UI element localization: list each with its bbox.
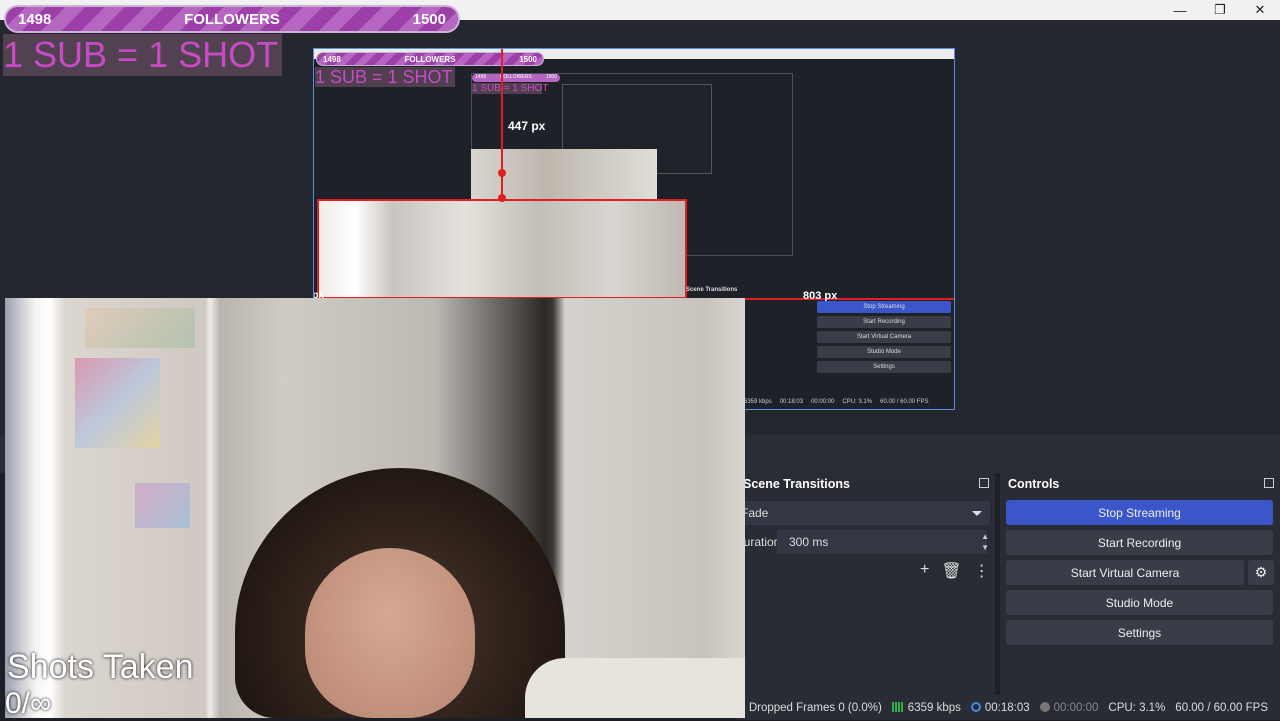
followers-goal: 1500 [412, 10, 446, 28]
transform-handle[interactable] [498, 194, 506, 202]
window-controls: — ❐ ✕ [1160, 0, 1280, 20]
shots-taken-count: 0/∞ [5, 687, 52, 720]
transition-select[interactable]: Fade [735, 501, 990, 525]
level2-followers-bar: 1498 FOLLOWERS 1500 [472, 74, 560, 82]
signal-bars-icon [891, 701, 904, 712]
cpu-usage: CPU: 3.1% [1108, 701, 1166, 714]
rec-status: 00:00:00 [1039, 701, 1099, 714]
controls-title: Controls [1008, 477, 1060, 491]
nested-webcam-selected [317, 199, 687, 299]
nested-start-virtual-camera: Start Virtual Camera [817, 331, 951, 343]
nested-status-live: 00:18:03 [779, 399, 804, 405]
duration-spinner[interactable]: ▲ ▼ [981, 531, 989, 553]
controls-header: Controls [1000, 473, 1280, 495]
live-icon [970, 701, 981, 712]
close-button[interactable]: ✕ [1240, 0, 1280, 20]
live-time: 00:18:03 [984, 701, 1030, 714]
nested-status-cpu: CPU: 3.1% [842, 399, 873, 405]
level2-followers-current: 1498 [475, 74, 487, 80]
nested-transitions-label: Scene Transitions [686, 287, 738, 293]
undock-icon[interactable] [979, 478, 989, 488]
shots-taken-label: Shots Taken [7, 648, 194, 686]
trash-icon[interactable]: 🗑 [941, 561, 961, 581]
start-virtual-camera-button[interactable]: Start Virtual Camera [1006, 560, 1244, 585]
bitrate-status: 6359 kbps [891, 701, 961, 714]
sub-shot-text: 1 SUB = 1 SHOT [3, 34, 282, 76]
scene-transitions-title: Scene Transitions [743, 477, 850, 491]
controls-dock: Controls Stop Streaming Start Recording … [1000, 473, 1280, 695]
nested-stop-streaming: Stop Streaming [817, 301, 951, 313]
nested-followers-bar: 1498 FOLLOWERS 1500 [316, 52, 544, 66]
duration-value: 300 ms [789, 535, 829, 549]
transition-toolbar: + 🗑 ⋮ [920, 561, 990, 581]
followers-label: FOLLOWERS [184, 10, 280, 28]
settings-button[interactable]: Settings [1006, 620, 1273, 645]
nested-status-fps: 60.00 / 60.00 FPS [880, 399, 929, 405]
scene-transitions-dock: Scene Transitions Fade Duration 300 ms ▲… [735, 473, 995, 695]
status-bar: Dropped Frames 0 (0.0%) 6359 kbps 00:18:… [735, 695, 1280, 720]
nested-status-rec: 00:00:00 [811, 399, 835, 405]
add-icon[interactable]: + [920, 561, 929, 581]
rec-time: 00:00:00 [1053, 701, 1099, 714]
bitrate-value: 6359 kbps [907, 701, 961, 714]
followers-goal-bar: 1498 FOLLOWERS 1500 [4, 5, 460, 33]
live-status: 00:18:03 [970, 701, 1030, 714]
nested-settings: Settings [817, 361, 951, 373]
chevron-down-icon [972, 511, 982, 516]
studio-mode-button[interactable]: Studio Mode [1006, 590, 1273, 615]
gear-icon[interactable]: ⚙ [1248, 560, 1274, 585]
more-icon[interactable]: ⋮ [974, 561, 990, 581]
nested-controls-dock: Stop Streaming Start Recording Start Vir… [815, 301, 954, 409]
nested-followers-current: 1498 [323, 54, 341, 64]
undock-icon[interactable] [1264, 478, 1274, 488]
nested-status-bitrate: 6359 kbps [744, 399, 772, 405]
duration-input[interactable]: 300 ms [777, 530, 987, 554]
start-recording-button[interactable]: Start Recording [1006, 530, 1273, 555]
wall-poster [75, 358, 160, 448]
maximize-button[interactable]: ❐ [1200, 0, 1240, 20]
dropped-frames: Dropped Frames 0 (0.0%) [748, 701, 882, 714]
wall-poster [85, 308, 195, 348]
nested-sub-text: 1 SUB = 1 SHOT [315, 67, 455, 87]
transform-handle[interactable] [498, 169, 506, 177]
nested-status-bar: 6359 kbps 00:18:03 00:00:00 CPU: 3.1% 60… [744, 399, 954, 409]
minimize-button[interactable]: — [1160, 0, 1200, 20]
stop-streaming-button[interactable]: Stop Streaming [1006, 500, 1273, 525]
nested-studio-mode: Studio Mode [817, 346, 951, 358]
nested-followers-goal: 1500 [519, 54, 537, 64]
level2-followers-label: FOLLOWERS [500, 74, 532, 80]
height-readout: 447 px [508, 119, 546, 133]
wall-poster [135, 483, 190, 528]
followers-current: 1498 [18, 10, 52, 28]
transition-select-value: Fade [741, 506, 769, 520]
level2-followers-goal: 1500 [545, 74, 557, 80]
level2-sub-text: 1 SUB = 1 SHOT [472, 83, 549, 94]
person-face [305, 548, 475, 718]
nested-followers-label: FOLLOWERS [404, 54, 456, 64]
fps-status: 60.00 / 60.00 FPS [1175, 701, 1268, 714]
record-icon [1039, 701, 1050, 712]
nested-start-recording: Start Recording [817, 316, 951, 328]
person-shirt [525, 658, 745, 718]
scene-transitions-header: Scene Transitions [735, 473, 995, 495]
